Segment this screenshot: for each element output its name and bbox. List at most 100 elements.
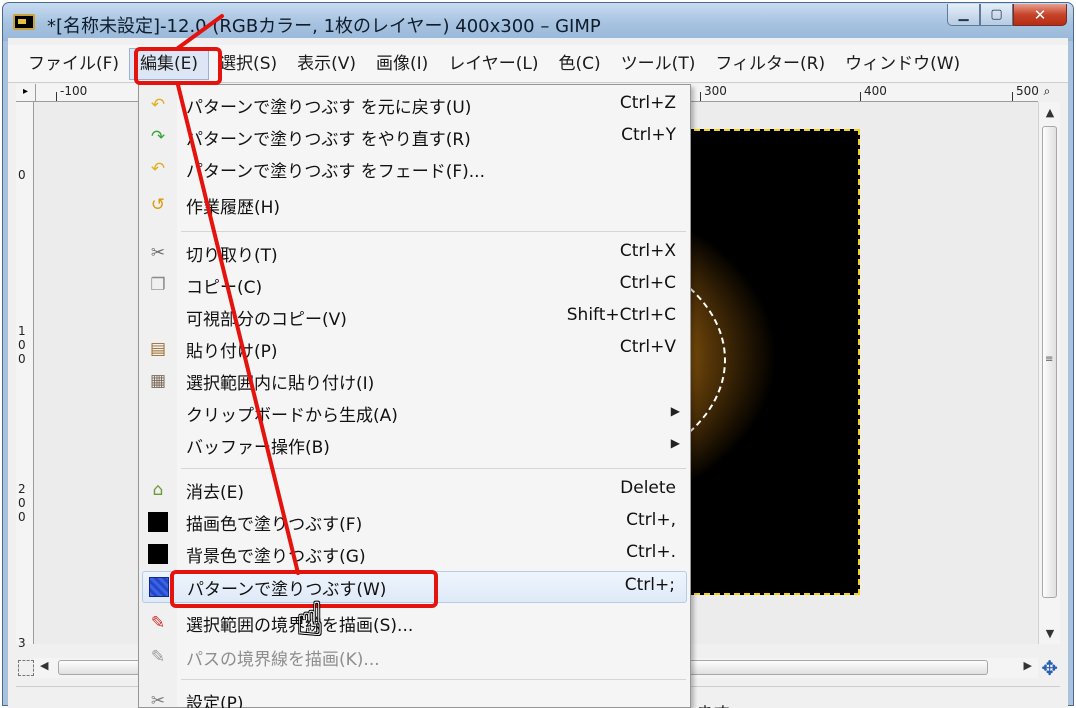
menu-item-shortcut: Ctrl+C [619, 273, 676, 293]
undo-icon: ↶ [150, 95, 166, 115]
gimp-app-icon [13, 14, 35, 30]
close-button[interactable]: ✕ [1013, 4, 1067, 26]
scroll-left-arrow-icon[interactable]: ◀ [40, 659, 48, 672]
menu-layer[interactable]: レイヤー(L) [438, 48, 548, 80]
menu-file[interactable]: ファイル(F) [18, 48, 129, 80]
menu-item-shortcut: Ctrl+Z [619, 93, 676, 113]
ruler-label: 0 [18, 352, 26, 366]
menu-item-label: 消去(E) [186, 483, 245, 503]
menu-item-label: 背景色で塗りつぶす(G) [186, 547, 366, 567]
menu-item-label: バッファー操作(B) [186, 438, 330, 458]
ruler-label: 0 [18, 168, 26, 182]
menu-colors[interactable]: 色(C) [549, 48, 611, 80]
fade-icon: ↶ [150, 159, 166, 179]
maximize-button[interactable]: ▢ [980, 4, 1013, 26]
ruler-label: 1 [18, 324, 26, 338]
stroke-selection-icon: ✎ [150, 613, 166, 633]
ruler-label: 0 [18, 338, 26, 352]
menu-tools[interactable]: ツール(T) [611, 48, 706, 80]
menu-item-shortcut: Ctrl+X [619, 241, 676, 261]
menu-item-shortcut: Delete [620, 478, 676, 498]
navigate-icon[interactable]: ✥ [1041, 656, 1058, 680]
menu-item-fill-pattern[interactable]: パターンで塗りつぶす(W) Ctrl+; [142, 571, 687, 603]
menu-item-paste-into[interactable]: ▦ 選択範囲内に貼り付け(I) [139, 365, 690, 397]
menu-item-buffer[interactable]: バッファー操作(B) ▶ [139, 429, 690, 461]
ruler-label: -100 [60, 84, 88, 98]
stroke-path-icon: ✎ [150, 647, 166, 667]
scroll-right-arrow-icon[interactable]: ▶ [1024, 659, 1032, 672]
ruler-label: 0 [18, 496, 26, 510]
clear-icon: ⌂ [152, 480, 164, 500]
menu-item-stroke-path[interactable]: ✎ パスの境界線を描画(K)... [139, 641, 690, 673]
menu-item-undo[interactable]: ↶ パターンで塗りつぶす を元に戻す(U) Ctrl+Z [139, 89, 690, 121]
ruler-label: 2 [18, 482, 26, 496]
status-message: ます [696, 699, 730, 708]
menu-filters[interactable]: フィルター(R) [705, 48, 835, 80]
minimize-button[interactable]: ▁ [947, 4, 980, 26]
menu-separator [181, 468, 686, 469]
menu-item-paste-as[interactable]: クリップボードから生成(A) ▶ [139, 397, 690, 429]
ruler-label: 300 [704, 84, 727, 98]
menu-windows[interactable]: ウィンドウ(W) [835, 48, 970, 80]
menu-item-shortcut: Shift+Ctrl+C [566, 305, 676, 325]
bg-fill-icon [147, 544, 169, 564]
menu-item-label: 貼り付け(P) [186, 342, 278, 362]
menu-item-label: 可視部分のコピー(V) [186, 310, 347, 330]
ruler-label: 3 [18, 636, 26, 650]
menu-edit[interactable]: 編集(E) [129, 47, 210, 80]
ruler-label: 0 [18, 510, 26, 524]
menu-item-clear[interactable]: ⌂ 消去(E) Delete [139, 474, 690, 506]
menu-select[interactable]: 選択(S) [209, 48, 287, 80]
paste-icon: ▤ [149, 339, 167, 359]
menu-separator [181, 231, 686, 232]
history-icon: ↺ [150, 195, 166, 215]
menu-item-redo[interactable]: ↷ パターンで塗りつぶす をやり直す(R) Ctrl+Y [139, 121, 690, 153]
copy-icon: ❐ [150, 275, 166, 295]
menu-item-cut[interactable]: ✂ 切り取り(T) Ctrl+X [139, 237, 690, 269]
menu-item-label: 切り取り(T) [186, 246, 278, 266]
menu-item-paste[interactable]: ▤ 貼り付け(P) Ctrl+V [139, 333, 690, 365]
menu-item-label: パターンで塗りつぶす をフェード(F)... [186, 162, 485, 182]
scroll-up-arrow-icon[interactable]: ▲ [1039, 106, 1061, 119]
fg-fill-icon [147, 512, 169, 532]
menu-item-label: パターンで塗りつぶす をやり直す(R) [186, 130, 471, 150]
menu-item-preferences[interactable]: ✂ 設定(P) [139, 685, 690, 708]
preferences-icon: ✂ [150, 691, 166, 708]
menu-item-label: コピー(C) [186, 278, 263, 298]
menu-item-copy[interactable]: ❐ コピー(C) Ctrl+C [139, 269, 690, 301]
hand-cursor-icon: ☝ [296, 592, 325, 646]
vertical-scrollbar[interactable]: ▲ ≡ ▼ [1038, 102, 1060, 644]
menu-item-fade[interactable]: ↶ パターンで塗りつぶす をフェード(F)... [139, 153, 690, 185]
menu-item-shortcut: Ctrl+. [626, 542, 676, 562]
vertical-ruler[interactable]: 0 1 0 0 2 0 0 3 [16, 102, 34, 650]
menu-item-shortcut: Ctrl+V [619, 337, 676, 357]
menu-item-label: 設定(P) [186, 694, 244, 708]
menu-item-label: パターンで塗りつぶす(W) [187, 580, 387, 600]
edit-menu-dropdown: ↶ パターンで塗りつぶす を元に戻す(U) Ctrl+Z ↷ パターンで塗りつぶ… [138, 84, 691, 708]
scroll-grip-icon: ≡ [1045, 354, 1054, 365]
menu-item-fill-bg[interactable]: 背景色で塗りつぶす(G) Ctrl+. [139, 538, 690, 570]
scroll-down-arrow-icon[interactable]: ▼ [1039, 627, 1061, 640]
submenu-arrow-icon: ▶ [670, 436, 680, 450]
menu-item-label: 作業履歴(H) [186, 198, 281, 218]
ruler-label: 500 [1016, 84, 1039, 98]
cut-icon: ✂ [150, 243, 166, 263]
submenu-arrow-icon: ▶ [670, 404, 680, 418]
menu-image[interactable]: 画像(I) [366, 48, 438, 80]
menu-view[interactable]: 表示(V) [287, 48, 366, 80]
paste-into-icon: ▦ [149, 371, 167, 391]
menu-item-stroke-selection[interactable]: ✎ 選択範囲の境界線を描画(S)... [139, 607, 690, 639]
quick-mask-toggle[interactable] [18, 660, 34, 676]
window-title: *[名称未設定]-12.0 (RGBカラー, 1枚のレイヤー) 400x300 … [47, 16, 601, 37]
menu-item-fill-fg[interactable]: 描画色で塗りつぶす(F) Ctrl+, [139, 506, 690, 538]
menu-item-label: パターンで塗りつぶす を元に戻す(U) [186, 98, 472, 118]
menu-item-history[interactable]: ↺ 作業履歴(H) [139, 189, 690, 221]
pattern-fill-icon [148, 577, 170, 597]
menu-item-shortcut: Ctrl+Y [621, 125, 676, 145]
window-controls: ▁ ▢ ✕ [947, 4, 1067, 26]
zoom-icon[interactable]: ⌕ [1038, 84, 1056, 102]
menu-item-label: クリップボードから生成(A) [186, 406, 398, 426]
menu-item-copy-visible[interactable]: 可視部分のコピー(V) Shift+Ctrl+C [139, 301, 690, 333]
menu-arrow-button[interactable]: ▸ [16, 84, 36, 102]
title-bar[interactable]: *[名称未設定]-12.0 (RGBカラー, 1枚のレイヤー) 400x300 … [3, 3, 1073, 41]
